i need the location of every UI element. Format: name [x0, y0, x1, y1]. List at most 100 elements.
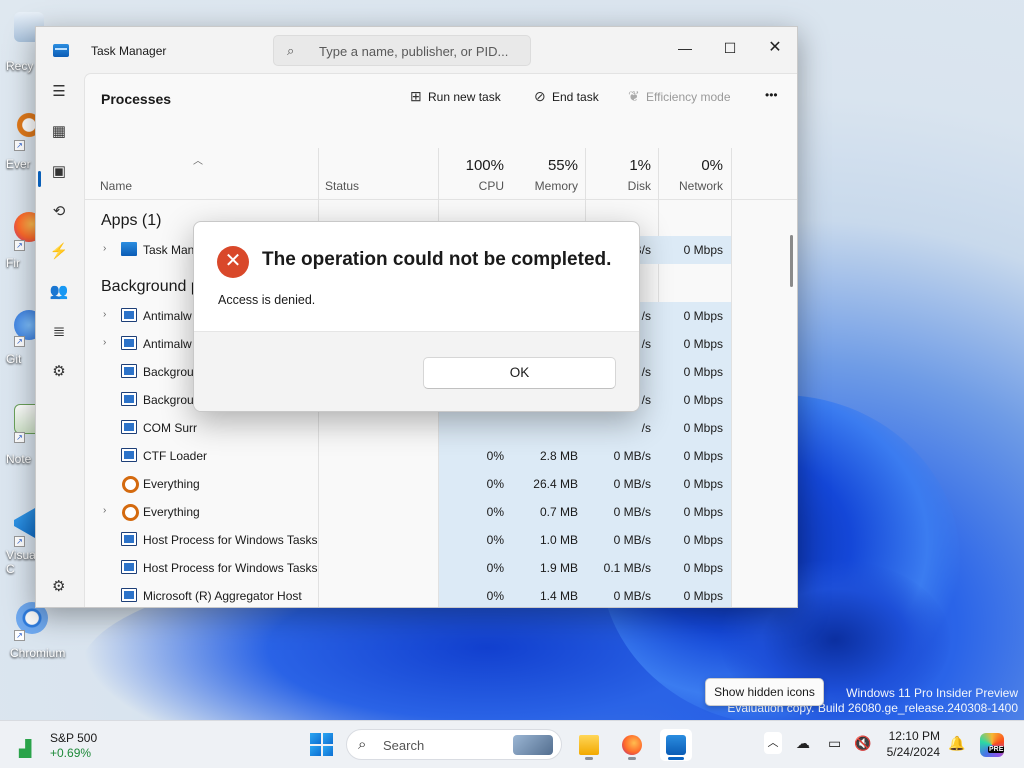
notification-bell-icon[interactable]: 🔔 [948, 735, 965, 752]
shortcut-arrow-icon: ↗ [14, 536, 25, 547]
dialog-footer: OK [194, 331, 639, 411]
process-row[interactable]: › Everything 0% 0.7 MB 0 MB/s 0 Mbps [85, 498, 731, 526]
column-header-name[interactable]: Name [100, 179, 132, 193]
column-header-memory[interactable]: 55% Memory [512, 148, 586, 200]
users-nav-icon[interactable]: 👥 [44, 277, 74, 307]
process-name: Antimalw [143, 309, 192, 323]
taskbar-search[interactable]: ⌕ Search [346, 729, 562, 760]
disk-cell: 0 MB/s [586, 470, 659, 498]
disk-cell: 0 MB/s [586, 526, 659, 554]
desktop-icon-chromium[interactable]: ↗ Chromium [0, 600, 70, 664]
navigation-sidebar: ☰ ▦ ▣ ⟲ ⚡ 👥 ≣ ⚙ ⚙ [36, 73, 82, 607]
process-row[interactable]: CTF Loader 0% 2.8 MB 0 MB/s 0 Mbps [85, 442, 731, 470]
task-manager-icon [666, 735, 686, 755]
file-explorer-button[interactable] [573, 729, 605, 761]
network-cell: 0 Mbps [659, 554, 731, 582]
service-icon [121, 392, 137, 406]
cpu-cell: 0% [439, 470, 512, 498]
column-divider [731, 148, 732, 607]
ok-button[interactable]: OK [423, 357, 616, 389]
clock-date: 5/24/2024 [886, 745, 940, 759]
firefox-icon [622, 735, 642, 755]
copilot-icon[interactable]: PRE [980, 733, 1005, 757]
minimize-button[interactable]: — [662, 33, 708, 63]
efficiency-mode-button[interactable]: ❦ Efficiency mode [628, 88, 731, 110]
process-row[interactable]: Host Process for Windows Tasks 0% 1.0 MB 0 … [85, 526, 731, 554]
search-label: Search [383, 738, 425, 753]
service-icon [121, 308, 137, 322]
maximize-button[interactable]: ☐ [707, 33, 753, 63]
settings-icon[interactable]: ⚙ [52, 577, 65, 595]
process-row[interactable]: COM Surr/s 0 Mbps [85, 414, 731, 442]
processes-nav-icon[interactable]: ▦ [44, 117, 74, 147]
network-cell: 0 Mbps [659, 386, 731, 414]
shortcut-arrow-icon: ↗ [14, 140, 25, 151]
app-history-nav-icon[interactable]: ⟲ [44, 197, 74, 227]
column-header-cpu[interactable]: 100% CPU [439, 148, 512, 200]
shortcut-arrow-icon: ↗ [14, 630, 25, 641]
network-cell: 0 Mbps [659, 302, 731, 330]
process-row[interactable]: Everything 0% 26.4 MB 0 MB/s 0 Mbps [85, 470, 731, 498]
error-icon: ✕ [217, 246, 249, 278]
column-header-network[interactable]: 0% Network [659, 148, 731, 200]
process-name: Host Process for Windows Tasks [143, 533, 318, 547]
running-indicator [585, 757, 593, 760]
services-nav-icon[interactable]: ⚙ [44, 357, 74, 387]
process-row[interactable]: Host Process for Windows Tasks 0% 1.9 MB 0.… [85, 554, 731, 582]
network-cell: 0 Mbps [659, 442, 731, 470]
search-placeholder: Type a name, publisher, or PID... [319, 44, 509, 59]
leaf-icon: ❦ [628, 88, 640, 104]
startup-apps-nav-icon[interactable]: ⚡ [44, 237, 74, 267]
expand-chevron-icon[interactable]: › [103, 505, 106, 516]
onedrive-offline-icon[interactable]: ☁ [796, 735, 810, 752]
process-name: Backgrou [143, 393, 194, 407]
dialog-title: The operation could not be completed. [262, 249, 612, 270]
service-icon [121, 420, 137, 434]
close-button[interactable]: ✕ [752, 33, 797, 63]
windows-logo-pane [310, 733, 321, 744]
expand-chevron-icon[interactable]: › [103, 243, 106, 254]
error-dialog: ✕ The operation could not be completed. … [193, 221, 640, 412]
title-bar[interactable]: Task Manager ⌕ Type a name, publisher, o… [36, 27, 797, 73]
network-cell: 0 Mbps [659, 330, 731, 358]
service-icon [121, 588, 137, 602]
windows-logo-pane [310, 745, 321, 756]
start-button[interactable] [310, 733, 333, 756]
network-cell: 0 Mbps [659, 526, 731, 554]
process-name: COM Surr [143, 421, 197, 435]
task-manager-taskbar-button[interactable] [660, 729, 692, 761]
task-manager-logo-icon [53, 44, 69, 57]
service-icon [121, 448, 137, 462]
process-name: Microsoft (R) Aggregator Host [143, 589, 302, 603]
show-hidden-icons-button[interactable]: ︿ [764, 732, 782, 754]
folder-icon [579, 735, 599, 755]
cpu-cell: 0% [439, 526, 512, 554]
cpu-cell: 0% [439, 554, 512, 582]
network-cell: 0 Mbps [659, 470, 731, 498]
hamburger-menu-icon[interactable]: ☰ [44, 77, 74, 107]
expand-chevron-icon[interactable]: › [103, 309, 106, 320]
expand-chevron-icon[interactable]: › [103, 337, 106, 348]
network-cell: 0 Mbps [659, 236, 731, 264]
network-icon[interactable]: ▭ [828, 735, 841, 752]
everything-icon [121, 476, 139, 493]
windows-logo-pane [322, 745, 333, 756]
process-search-box[interactable]: ⌕ Type a name, publisher, or PID... [273, 35, 531, 66]
vertical-scrollbar[interactable] [790, 235, 793, 287]
performance-nav-icon[interactable]: ▣ [44, 157, 74, 187]
column-header-status[interactable]: Status [325, 179, 359, 193]
memory-cell: 1.0 MB [512, 526, 586, 554]
dialog-message: Access is denied. [218, 293, 316, 307]
firefox-taskbar-button[interactable] [616, 729, 648, 761]
running-indicator [668, 757, 684, 760]
clock[interactable]: 12:10 PM 5/24/2024 [880, 728, 940, 760]
process-row[interactable]: Microsoft (R) Aggregator Host 0% 1.4 MB 0 M… [85, 582, 731, 607]
clock-time: 12:10 PM [888, 729, 940, 743]
more-options-button[interactable]: ••• [765, 88, 778, 110]
details-nav-icon[interactable]: ≣ [44, 317, 74, 347]
column-header-disk[interactable]: 1% Disk [586, 148, 659, 200]
volume-muted-icon[interactable]: 🔇 [854, 735, 871, 752]
end-task-button[interactable]: ⊘ End task [534, 88, 599, 110]
run-new-task-button[interactable]: ⊞ Run new task [410, 88, 501, 110]
section-header-background: Background p [101, 278, 200, 295]
